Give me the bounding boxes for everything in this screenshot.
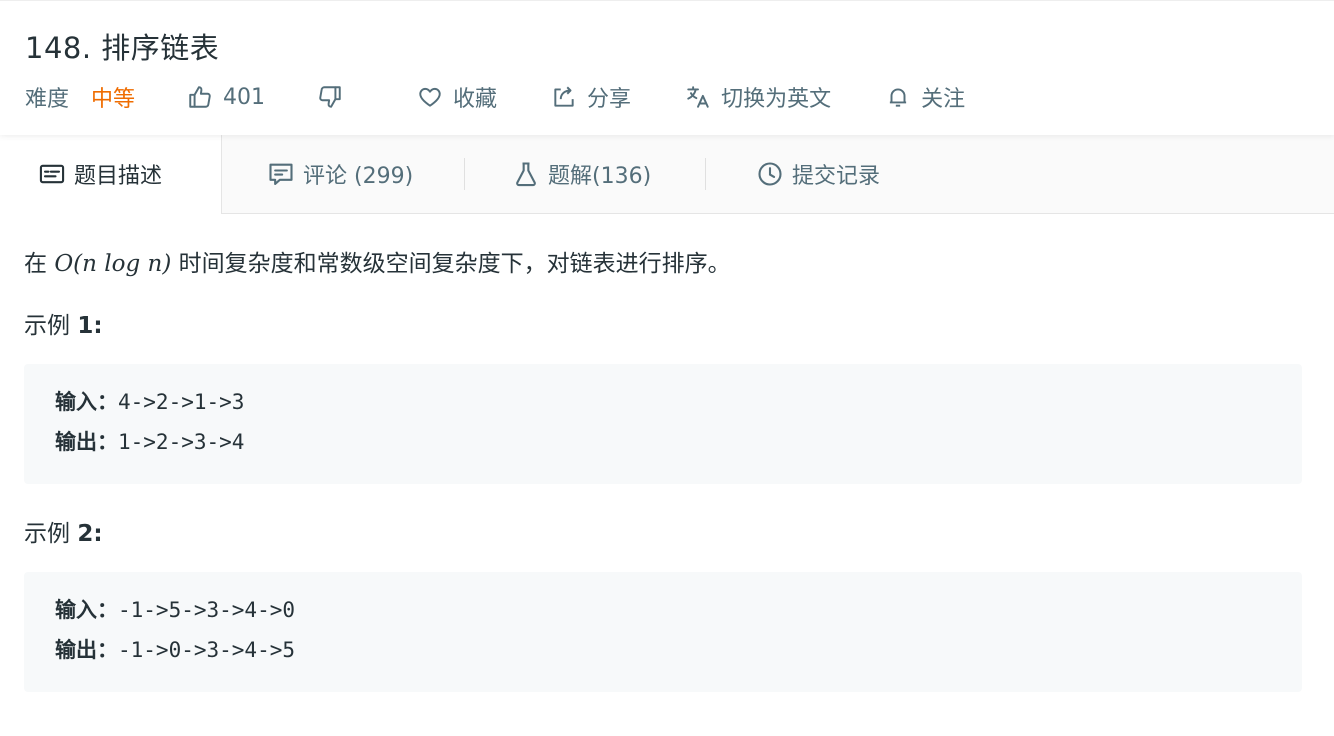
like-button[interactable]: 401 bbox=[187, 84, 265, 110]
description-suffix: 时间复杂度和常数级空间复杂度下，对链表进行排序。 bbox=[171, 251, 731, 277]
thumbs-down-icon bbox=[317, 84, 343, 110]
tab-label: 题目描述 bbox=[74, 164, 163, 189]
example-code-block: 输入：4->2->1->3 输出：1->2->3->4 bbox=[24, 364, 1302, 484]
tab-separator bbox=[464, 158, 465, 190]
complexity-o: O bbox=[54, 251, 74, 277]
example-title-number: 1: bbox=[77, 313, 103, 339]
share-icon bbox=[551, 84, 577, 110]
favorite-label: 收藏 bbox=[453, 87, 498, 112]
tab-separator bbox=[705, 158, 706, 190]
problem-description: 在 O(n log n) 时间复杂度和常数级空间复杂度下，对链表进行排序。 bbox=[24, 244, 731, 278]
follow-label: 关注 bbox=[921, 87, 966, 112]
tab-submissions[interactable]: 提交记录 bbox=[756, 134, 880, 213]
tab-bar: 题目描述 评论 (299) 题解(136) 提交记录 bbox=[0, 134, 1334, 214]
translate-button[interactable]: 切换为英文 bbox=[685, 81, 831, 113]
description-icon bbox=[38, 160, 66, 188]
tab-description[interactable]: 题目描述 bbox=[0, 134, 222, 214]
difficulty-label: 难度 bbox=[25, 87, 70, 112]
difficulty: 难度 中等 bbox=[25, 81, 135, 113]
example-title-prefix: 示例 bbox=[24, 521, 78, 547]
example-output-line: 输出：-1->0->3->4->5 bbox=[55, 634, 295, 664]
input-value: -1->5->3->4->0 bbox=[118, 598, 296, 622]
output-label: 输出： bbox=[55, 638, 118, 662]
example-title: 示例 1: bbox=[24, 306, 103, 340]
comment-icon bbox=[267, 160, 295, 188]
difficulty-value: 中等 bbox=[91, 87, 136, 112]
tab-label: 题解(136) bbox=[548, 163, 652, 189]
favorite-button[interactable]: 收藏 bbox=[417, 81, 497, 113]
example-input-line: 输入：4->2->1->3 bbox=[55, 386, 244, 416]
output-value: -1->0->3->4->5 bbox=[118, 638, 296, 662]
output-label: 输出： bbox=[55, 430, 118, 454]
tab-label: 评论 (299) bbox=[303, 163, 414, 189]
example-title-prefix: 示例 bbox=[24, 313, 78, 339]
example-title: 示例 2: bbox=[24, 514, 103, 548]
example-code-block: 输入：-1->5->3->4->0 输出：-1->0->3->4->5 bbox=[24, 572, 1302, 692]
translate-icon bbox=[685, 84, 711, 110]
tab-comments[interactable]: 评论 (299) bbox=[267, 134, 413, 213]
dislike-button[interactable] bbox=[317, 84, 353, 110]
share-label: 分享 bbox=[587, 87, 632, 112]
input-label: 输入： bbox=[55, 598, 118, 622]
problem-meta-bar: 难度 中等 401 收藏 分享 切换为英文 关注 bbox=[25, 81, 965, 113]
heart-icon bbox=[417, 84, 443, 110]
complexity-args: (n log n) bbox=[73, 251, 172, 277]
tab-label: 提交记录 bbox=[792, 163, 881, 189]
input-label: 输入： bbox=[55, 390, 118, 414]
output-value: 1->2->3->4 bbox=[118, 430, 245, 454]
bell-icon bbox=[885, 84, 911, 110]
thumbs-up-icon bbox=[187, 84, 213, 110]
follow-button[interactable]: 关注 bbox=[885, 81, 965, 113]
like-count: 401 bbox=[223, 84, 266, 110]
share-button[interactable]: 分享 bbox=[551, 81, 631, 113]
example-output-line: 输出：1->2->3->4 bbox=[55, 426, 244, 456]
clock-icon bbox=[756, 160, 784, 188]
example-title-number: 2: bbox=[77, 521, 103, 547]
problem-header: 148. 排序链表 难度 中等 401 收藏 分享 切换为英文 关注 bbox=[0, 0, 1334, 135]
flask-icon bbox=[512, 160, 540, 188]
translate-label: 切换为英文 bbox=[721, 87, 832, 112]
description-prefix: 在 bbox=[24, 251, 55, 277]
problem-title: 148. 排序链表 bbox=[25, 31, 220, 65]
tab-solutions[interactable]: 题解(136) bbox=[512, 134, 651, 213]
example-input-line: 输入：-1->5->3->4->0 bbox=[55, 594, 295, 624]
input-value: 4->2->1->3 bbox=[118, 390, 245, 414]
